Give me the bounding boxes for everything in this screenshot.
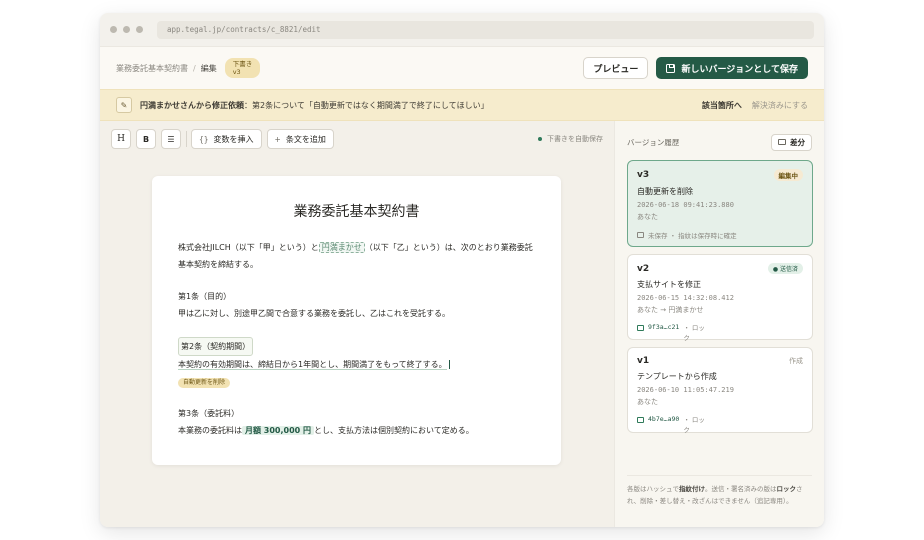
toolbar-divider: [186, 131, 187, 147]
version-meta: 9f3a…c21 ・ ロック: [637, 323, 803, 343]
insert-variable-label: 変数を挿入: [213, 134, 254, 144]
lock-icon: [637, 325, 644, 331]
autosave-dot-icon: [538, 137, 542, 141]
policy-text-a: 各版はハッシュで: [627, 485, 679, 493]
version-timestamp: 2026-06-15 14:32:08.412: [637, 294, 734, 302]
version-author: あなた: [637, 213, 658, 221]
add-clause-button[interactable]: + 条文を追加: [266, 129, 334, 149]
save-icon: [666, 63, 676, 73]
diff-icon: [778, 139, 786, 145]
revision-request-banner: ✎ 円満まかせさんから修正依頼 ：第2条について「自動更新ではなく期間満了で終了…: [100, 89, 824, 121]
breadcrumb-root[interactable]: 業務委託基本契約書: [116, 63, 188, 74]
editor-toolbar: H B ☰ {} 変数を挿入 + 条文を追加 下書きを自動保存: [100, 121, 614, 157]
article-1: 第1条（目的） 甲は乙に対し、別途甲乙間で合意する業務を委託し、乙はこれを受託す…: [178, 288, 535, 322]
window-dot-maximize[interactable]: [136, 26, 143, 33]
save-version-label: 新しいバージョンとして保存: [681, 64, 798, 75]
contract-document[interactable]: 業務委託基本契約書 株式会社JILCH（以下「甲」という）と 円満まかせ （以下「乙…: [152, 176, 561, 465]
braces-icon: {}: [199, 134, 209, 144]
version-history-panel: バージョン履歴 差分 v3 編集中 自動更新を削除 2026-06-18 09:…: [614, 121, 824, 527]
diff-button[interactable]: 差分: [771, 133, 812, 151]
breadcrumb-current: 編集: [200, 63, 217, 73]
intro-text-a: 株式会社JILCH（以下「甲」という）と: [178, 243, 319, 252]
breadcrumb: 業務委託基本契約書 / 編集 下書き v3: [116, 58, 261, 78]
autosave-label: 下書きを自動保存: [547, 135, 603, 143]
unlock-icon: [637, 232, 644, 238]
version-policy-note: 各版はハッシュで指紋付け。送信・署名済みの版はロックされ、削除・差し替え・改ざん…: [627, 475, 812, 507]
version-hash: 4b7e…a90: [648, 415, 680, 423]
lock-icon: [637, 417, 644, 423]
list-icon: ☰: [167, 134, 175, 144]
document-intro: 株式会社JILCH（以下「甲」という）と 円満まかせ （以下「乙」という）は、次のと…: [178, 239, 535, 273]
version-title: テンプレートから作成: [637, 372, 717, 381]
draft-badge-version: v3: [232, 68, 241, 76]
list-button[interactable]: ☰: [161, 129, 181, 149]
version-history-header: バージョン履歴 差分: [615, 121, 824, 163]
change-tag-removed-autorenew: 自動更新を削除: [178, 378, 231, 388]
editor-pane: H B ☰ {} 変数を挿入 + 条文を追加 下書きを自動保存 業務委託基本契約…: [100, 121, 614, 527]
version-title: 自動更新を削除: [637, 187, 693, 196]
plus-icon: +: [274, 134, 281, 144]
version-number: v2: [637, 263, 650, 274]
version-card-v3[interactable]: v3 編集中 自動更新を削除 2026-06-18 09:41:23.880 あ…: [627, 160, 813, 247]
article-3-heading: 第3条（委託料）: [178, 409, 240, 418]
pencil-icon: ✎: [116, 97, 132, 113]
policy-text-fingerprint: 指紋付け: [679, 485, 705, 493]
document-title: 業務委託基本契約書: [293, 204, 420, 220]
browser-chrome: app.tegal.jp/contracts/c_8821/edit: [100, 13, 824, 47]
insert-variable-button[interactable]: {} 変数を挿入: [191, 129, 262, 149]
version-title: 支払サイトを修正: [637, 280, 701, 289]
article-2-body: 本契約の有効期間は、締結日から1年間とし、期間満了をもって終了する。: [178, 360, 447, 370]
window-dot-minimize[interactable]: [123, 26, 130, 33]
version-author: あなた → 円満まかせ: [637, 306, 704, 314]
preview-button[interactable]: プレビュー: [583, 57, 649, 79]
status-label-created: 作成: [789, 357, 803, 365]
lock-label: ・ ロック: [683, 416, 705, 434]
save-version-button[interactable]: 新しいバージョンとして保存: [656, 57, 808, 79]
banner-requester: 円満まかせさんから修正依頼: [140, 100, 244, 110]
address-bar[interactable]: app.tegal.jp/contracts/c_8821/edit: [157, 20, 814, 39]
version-card-v2[interactable]: v2 ● 送信済 支払サイトを修正 2026-06-15 14:32:08.41…: [627, 254, 813, 343]
article-2[interactable]: 第2条（契約期間） 本契約の有効期間は、締結日から1年間とし、期間満了をもって終…: [178, 337, 535, 390]
version-timestamp: 2026-06-10 11:05:47.219: [637, 386, 734, 394]
article-3: 第3条（委託料） 本業務の委託料は 月額 300,000 円とし、支払方法は個別契…: [178, 405, 535, 439]
heading-button[interactable]: H: [111, 129, 131, 149]
banner-message: ：第2条について「自動更新ではなく期間満了で終了にしてほしい」: [244, 100, 489, 110]
mark-resolved-link[interactable]: 解決済みにする: [752, 100, 808, 111]
draft-badge: 下書き v3: [224, 58, 261, 78]
fee-variable-chip[interactable]: 月額 300,000 円: [242, 426, 315, 435]
version-meta: 未保存 ・ 指紋は保存時に確定: [637, 230, 803, 240]
article-1-heading: 第1条（目的）: [178, 292, 232, 301]
article-3-text-b: とし、支払方法は個別契約において定める。: [314, 426, 474, 435]
article-1-body: 甲は乙に対し、別途甲乙間で合意する業務を委託し、乙はこれを受託する。: [178, 309, 450, 318]
lock-label: ・ ロック: [683, 324, 705, 342]
version-author: あなた: [637, 398, 658, 406]
version-meta-text: 未保存 ・ 指紋は保存時に確定: [648, 232, 737, 240]
version-card-v1[interactable]: v1 作成 テンプレートから作成 2026-06-10 11:05:47.219…: [627, 347, 813, 435]
status-badge-editing: 編集中: [773, 169, 803, 181]
party-variable-chip[interactable]: 円満まかせ: [318, 242, 365, 253]
version-hash: 9f3a…c21: [648, 323, 680, 331]
version-history-title: バージョン履歴: [627, 137, 680, 147]
goto-location-link[interactable]: 該当箇所へ: [702, 100, 742, 111]
breadcrumb-separator: /: [193, 63, 196, 73]
policy-text-c: 。送信・署名済みの版は: [705, 485, 777, 493]
status-badge-sent: ● 送信済: [767, 263, 803, 274]
draft-badge-label: 下書き: [232, 60, 253, 68]
window-dot-close[interactable]: [110, 26, 117, 33]
version-number: v3: [637, 170, 650, 180]
diff-label: 差分: [790, 137, 805, 147]
version-number: v1: [637, 356, 650, 366]
add-clause-label: 条文を追加: [285, 134, 326, 144]
bold-button[interactable]: B: [136, 129, 156, 149]
version-meta: 4b7e…a90 ・ ロック: [637, 415, 803, 435]
app-window: app.tegal.jp/contracts/c_8821/edit 業務委託基…: [100, 13, 824, 527]
article-2-heading: 第2条（契約期間）: [178, 337, 254, 356]
article-3-text-a: 本業務の委託料は: [178, 426, 242, 435]
text-caret: [448, 360, 451, 369]
autosave-status: 下書きを自動保存: [538, 134, 603, 144]
page-header: 業務委託基本契約書 / 編集 下書き v3 プレビュー 新しいバージョンとして保…: [100, 47, 824, 89]
policy-text-lock: ロック: [776, 485, 797, 493]
version-timestamp: 2026-06-18 09:41:23.880: [637, 201, 734, 209]
